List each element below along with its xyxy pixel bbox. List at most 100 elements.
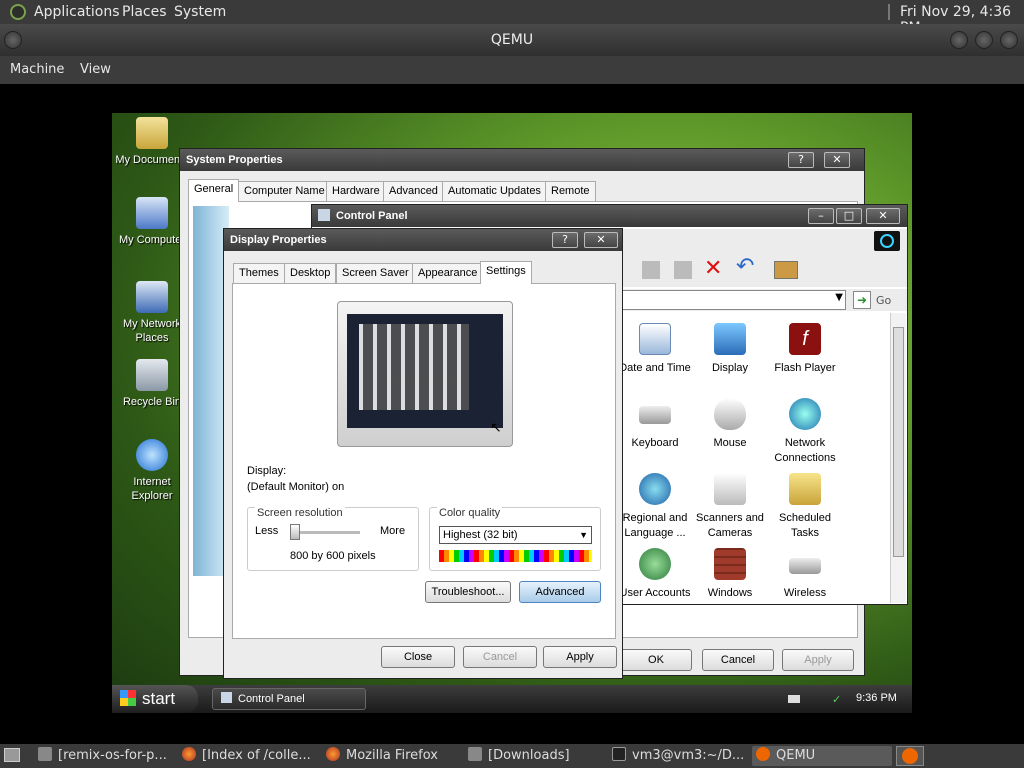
xp-clock[interactable]: 9:36 PM bbox=[856, 692, 897, 704]
go-arrow-icon[interactable]: ➜ bbox=[853, 291, 871, 309]
qemu-titlebar[interactable]: QEMU bbox=[0, 24, 1024, 56]
gnome-top-panel: Applications Places System Fri Nov 29, 4… bbox=[0, 0, 1024, 36]
folder-icon bbox=[38, 747, 52, 761]
desktop-icon-label: Recycle Bin bbox=[122, 396, 182, 408]
tab-advanced[interactable]: Advanced bbox=[383, 181, 444, 201]
cpl-wireless[interactable]: Wireless bbox=[768, 548, 842, 601]
cpl-flash-player[interactable]: f Flash Player bbox=[768, 323, 842, 376]
help-button[interactable]: ? bbox=[552, 232, 578, 248]
maximize-icon[interactable] bbox=[975, 31, 993, 49]
sysprops-titlebar[interactable]: System Properties bbox=[180, 149, 864, 171]
task-index-of[interactable]: [Index of /colle... bbox=[182, 746, 320, 766]
close-button[interactable]: ✕ bbox=[824, 152, 850, 168]
task-firefox[interactable]: Mozilla Firefox bbox=[326, 746, 464, 766]
resolution-slider-track[interactable] bbox=[290, 531, 360, 534]
tab-themes[interactable]: Themes bbox=[233, 263, 285, 283]
folder-icon bbox=[468, 747, 482, 761]
advanced-button[interactable]: Advanced bbox=[519, 581, 601, 603]
minimize-button[interactable]: – bbox=[808, 208, 834, 224]
resolution-group-label: Screen resolution bbox=[255, 507, 345, 519]
copy-to-icon[interactable] bbox=[674, 261, 692, 279]
troubleshoot-button[interactable]: Troubleshoot... bbox=[425, 581, 511, 603]
tab-general[interactable]: General bbox=[188, 179, 240, 202]
cancel-button[interactable]: Cancel bbox=[463, 646, 537, 668]
cpl-display[interactable]: Display bbox=[693, 323, 767, 376]
color-spectrum-bar bbox=[439, 550, 592, 562]
terminal-icon bbox=[612, 747, 626, 761]
folder-icon bbox=[136, 117, 168, 149]
display-tabs: Themes Desktop Screen Saver Appearance S… bbox=[233, 261, 615, 284]
cpl-scheduled-tasks[interactable]: Scheduled Tasks bbox=[768, 473, 842, 541]
views-icon[interactable] bbox=[774, 261, 798, 279]
minimize-icon[interactable] bbox=[950, 31, 968, 49]
desktop-icon-label: My Documents bbox=[115, 154, 189, 166]
close-button[interactable]: ✕ bbox=[866, 208, 900, 224]
window-menu-icon[interactable] bbox=[4, 31, 22, 49]
resolution-slider-thumb[interactable] bbox=[290, 524, 300, 540]
tab-remote[interactable]: Remote bbox=[545, 181, 596, 201]
tab-appearance[interactable]: Appearance bbox=[412, 263, 484, 283]
close-icon[interactable] bbox=[1000, 31, 1018, 49]
keyboard-tray-icon[interactable] bbox=[788, 695, 800, 703]
scrollbar-thumb[interactable] bbox=[893, 327, 904, 557]
chevron-down-icon[interactable]: ▼ bbox=[579, 527, 588, 543]
chevron-down-icon[interactable]: ▼ bbox=[835, 292, 843, 303]
preview-window bbox=[359, 324, 469, 410]
cpl-regional-language[interactable]: Regional and Language ... bbox=[618, 473, 692, 541]
undo-icon[interactable]: ↶ bbox=[736, 255, 754, 279]
cpl-label: Mouse bbox=[713, 437, 747, 449]
gnome-foot-icon[interactable] bbox=[10, 4, 26, 20]
task-downloads[interactable]: [Downloads] bbox=[468, 746, 606, 766]
control-panel-icon bbox=[221, 692, 232, 703]
desktop-icon-label: My Network Places bbox=[122, 318, 182, 344]
close-button[interactable]: ✕ bbox=[584, 232, 618, 248]
tab-computer-name[interactable]: Computer Name bbox=[238, 181, 331, 201]
apply-button[interactable]: Apply bbox=[543, 646, 617, 668]
menu-system[interactable]: System bbox=[174, 4, 226, 20]
help-button[interactable]: ? bbox=[788, 152, 814, 168]
apply-button[interactable]: Apply bbox=[782, 649, 854, 671]
maximize-button[interactable]: □ bbox=[836, 208, 862, 224]
cpl-mouse[interactable]: Mouse bbox=[693, 398, 767, 451]
task-terminal[interactable]: vm3@vm3:~/D... bbox=[612, 746, 750, 766]
taskbar-button-control-panel[interactable]: Control Panel bbox=[212, 688, 366, 710]
show-desktop-icon[interactable] bbox=[4, 748, 20, 762]
color-quality-select[interactable]: Highest (32 bit) ▼ bbox=[439, 526, 592, 544]
cancel-button[interactable]: Cancel bbox=[702, 649, 774, 671]
start-label: start bbox=[142, 689, 176, 708]
firefox-icon bbox=[182, 747, 196, 761]
task-remix-os[interactable]: [remix-os-for-p... bbox=[38, 746, 176, 766]
panel-separator bbox=[888, 4, 890, 20]
desktop-icon-label: Internet Explorer bbox=[131, 476, 173, 502]
move-to-icon[interactable] bbox=[642, 261, 660, 279]
tab-screen-saver[interactable]: Screen Saver bbox=[336, 263, 415, 283]
firewall-icon bbox=[714, 548, 746, 580]
menu-machine[interactable]: Machine bbox=[10, 62, 64, 77]
sysprops-tabs: General Computer Name Hardware Advanced … bbox=[188, 179, 858, 202]
xp-desktop[interactable]: My Documents My Computer My Network Plac… bbox=[112, 113, 912, 713]
tab-automatic-updates[interactable]: Automatic Updates bbox=[442, 181, 547, 201]
go-button[interactable]: Go bbox=[876, 294, 891, 307]
cpl-windows-firewall[interactable]: Windows bbox=[693, 548, 767, 601]
menu-view[interactable]: View bbox=[80, 62, 111, 77]
tab-desktop[interactable]: Desktop bbox=[284, 263, 337, 283]
cpl-network-connections[interactable]: Network Connections bbox=[768, 398, 842, 466]
vertical-scrollbar[interactable] bbox=[890, 313, 906, 603]
color-group-label: Color quality bbox=[437, 507, 503, 519]
cpl-keyboard[interactable]: Keyboard bbox=[618, 398, 692, 451]
start-button[interactable]: start bbox=[112, 685, 198, 713]
menu-applications[interactable]: Applications bbox=[34, 4, 120, 20]
cpl-date-time[interactable]: Date and Time bbox=[618, 323, 692, 376]
delete-icon[interactable]: ✕ bbox=[704, 257, 722, 281]
cpl-user-accounts[interactable]: User Accounts bbox=[618, 548, 692, 601]
task-qemu[interactable]: QEMU bbox=[752, 746, 892, 766]
close-dialog-button[interactable]: Close bbox=[381, 646, 455, 668]
menu-places[interactable]: Places bbox=[122, 4, 167, 20]
network-tray-icon[interactable]: ✓ bbox=[832, 693, 841, 706]
display-properties-window[interactable]: Display Properties ? ✕ Themes Desktop Sc… bbox=[223, 228, 623, 679]
tab-settings[interactable]: Settings bbox=[480, 261, 532, 284]
cpl-scanners-cameras[interactable]: Scanners and Cameras bbox=[693, 473, 767, 541]
window-title: Display Properties bbox=[230, 234, 327, 246]
ok-button[interactable]: OK bbox=[620, 649, 692, 671]
tab-hardware[interactable]: Hardware bbox=[326, 181, 386, 201]
